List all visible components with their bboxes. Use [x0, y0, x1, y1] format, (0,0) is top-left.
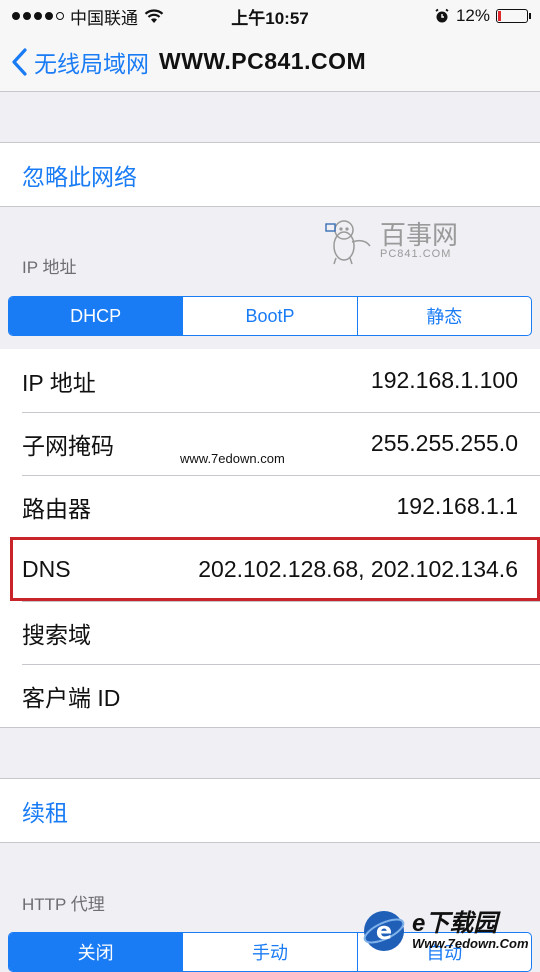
7edown-logo-watermark: e e下载园 Www.7edown.Com: [362, 904, 538, 958]
forget-network-button[interactable]: 忽略此网络: [0, 143, 540, 206]
back-button-label: 无线局域网: [34, 50, 149, 77]
row-value: 192.168.1.1: [396, 493, 518, 519]
segment-label: 关闭: [77, 943, 114, 963]
status-right: 12%: [434, 6, 531, 26]
segment-dhcp[interactable]: DHCP: [9, 297, 183, 335]
renew-lease-section: 续租: [0, 778, 540, 843]
7edown-watermark-text: www.7edown.com: [180, 451, 285, 466]
page-title: WWW.PC841.COM: [159, 48, 367, 74]
segment-label: BootP: [245, 305, 295, 326]
renew-lease-label: 续租: [22, 799, 68, 826]
mascot-logo-icon: [325, 220, 371, 265]
status-left: 中国联通: [12, 4, 164, 29]
ip-mode-segmented-control: DHCP BootP 静态: [8, 296, 532, 336]
row-label: 路由器: [22, 495, 91, 522]
ip-section-header: IP 地址: [22, 258, 77, 277]
client-id-row[interactable]: 客户端 ID: [0, 664, 540, 727]
battery-percent: 12%: [455, 6, 490, 25]
row-value: 255.255.255.0: [370, 430, 518, 456]
segment-static[interactable]: 静态: [356, 297, 531, 335]
alarm-clock-icon: [435, 8, 449, 23]
search-domain-row[interactable]: 搜索域: [0, 601, 540, 664]
pc841-watermark-url: PC841.COM: [380, 247, 452, 260]
segment-label: 静态: [426, 307, 463, 327]
pc841-watermark: 百事网 PC841.COM: [322, 216, 458, 266]
signal-dot: [34, 12, 42, 20]
http-proxy-header: HTTP 代理: [22, 895, 105, 914]
row-label: 搜索域: [22, 621, 91, 648]
back-button[interactable]: 无线局域网: [0, 45, 149, 79]
signal-dot: [23, 12, 31, 20]
row-label: 子网掩码: [22, 432, 114, 459]
row-label: IP 地址: [22, 369, 96, 396]
ip-details-section: IP 地址 192.168.1.100 子网掩码 255.255.255.0 路…: [0, 349, 540, 728]
dns-row[interactable]: DNS 202.102.128.68, 202.102.134.6: [0, 538, 540, 601]
signal-dot: [45, 12, 53, 20]
row-value: 192.168.1.100: [370, 367, 518, 393]
segment-bootp[interactable]: BootP: [182, 297, 356, 335]
wifi-icon: [144, 9, 164, 23]
pc841-watermark-title: 百事网: [380, 220, 459, 251]
battery-fill: [498, 11, 501, 21]
signal-strength-icon: [12, 12, 64, 20]
signal-dot: [56, 12, 64, 20]
segment-label: DHCP: [70, 305, 122, 326]
segment-manual[interactable]: 手动: [182, 933, 356, 971]
router-row[interactable]: 路由器 192.168.1.1: [0, 475, 540, 538]
carrier-name: 中国联通: [70, 8, 138, 28]
e-logo-icon: e: [363, 911, 405, 951]
bottom-watermark-url: Www.7edown.Com: [412, 936, 529, 952]
row-label: DNS: [22, 556, 71, 582]
chevron-left-icon: [12, 47, 27, 76]
status-bar: 中国联通 上午10:57 12%: [0, 0, 540, 32]
battery-icon: [496, 9, 531, 23]
forget-network-label: 忽略此网络: [22, 163, 137, 190]
signal-dot: [12, 12, 20, 20]
bottom-watermark-title: e下载园: [412, 909, 498, 937]
row-label: 客户端 ID: [22, 684, 121, 711]
navigation-bar: 无线局域网 WWW.PC841.COM: [0, 32, 540, 92]
segment-label: 手动: [251, 943, 288, 963]
row-value: 202.102.128.68, 202.102.134.6: [198, 556, 518, 582]
forget-network-section: 忽略此网络: [0, 142, 540, 207]
segment-off[interactable]: 关闭: [9, 933, 183, 971]
svg-text:e: e: [376, 917, 392, 945]
ip-address-row[interactable]: IP 地址 192.168.1.100: [0, 349, 540, 412]
renew-lease-button[interactable]: 续租: [0, 779, 540, 842]
